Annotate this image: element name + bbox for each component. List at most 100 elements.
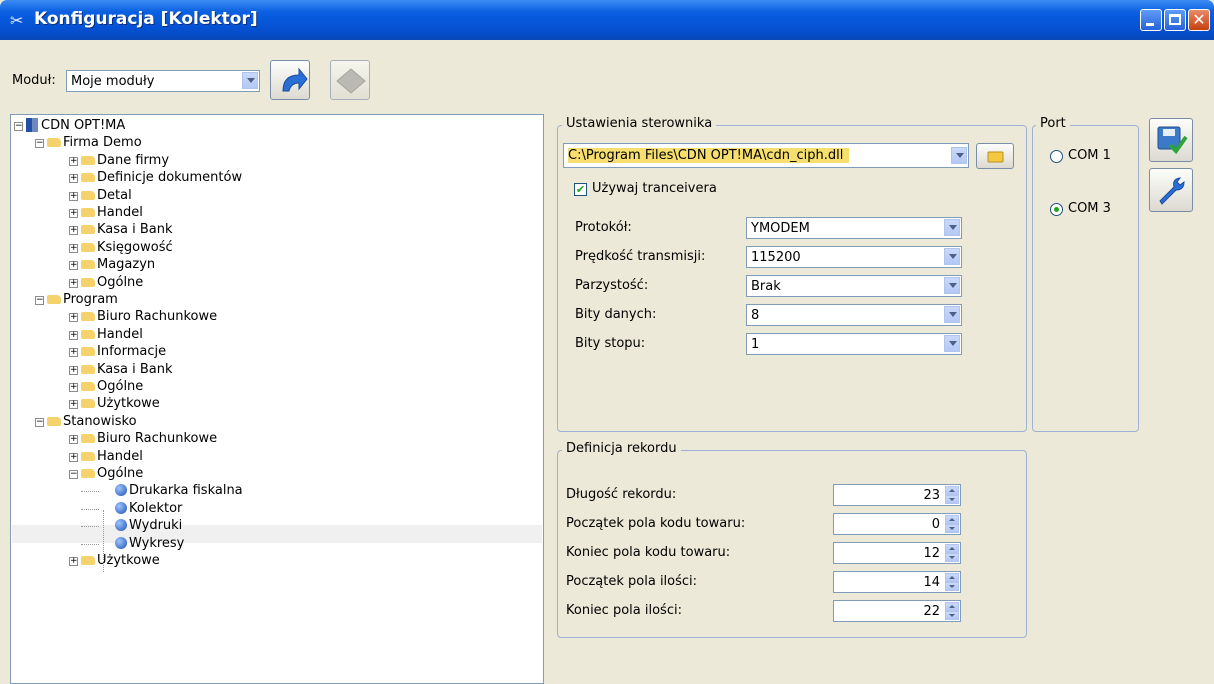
collapse-icon[interactable]: − <box>69 470 78 479</box>
record-field-spinner[interactable]: 0 <box>833 513 961 535</box>
expand-icon[interactable]: + <box>69 400 78 410</box>
spin-down-icon[interactable] <box>945 553 959 562</box>
driver-field-select[interactable]: 115200 <box>746 246 962 268</box>
folder-icon <box>47 295 61 304</box>
tree-node[interactable]: Księgowość <box>81 239 173 257</box>
tree-node-label: Biuro Rachunkowe <box>97 309 218 325</box>
expand-icon[interactable]: + <box>69 174 78 184</box>
spin-down-icon[interactable] <box>945 582 959 591</box>
tree-node-label: Użytkowe <box>97 553 160 568</box>
module-tree[interactable]: − CDN OPT!MA − Firma Demo + Dane firmy + Defini… <box>10 114 544 684</box>
spin-down-icon[interactable] <box>945 495 959 504</box>
tree-node[interactable]: Magazyn <box>81 256 155 274</box>
tree-node[interactable]: Kasa i Bank <box>81 221 173 239</box>
collapse-icon[interactable]: − <box>35 139 44 149</box>
driver-field-select[interactable]: 8 <box>746 304 962 326</box>
tree-node[interactable]: CDN OPT!MA <box>26 117 125 135</box>
expand-icon[interactable]: + <box>69 226 78 236</box>
spin-down-icon[interactable] <box>945 611 959 620</box>
tree-node[interactable]: Użytkowe <box>81 395 160 413</box>
collapse-icon[interactable]: − <box>35 417 44 427</box>
driver-field-value: YMODEM <box>751 221 810 236</box>
expand-icon[interactable]: + <box>69 348 78 358</box>
com3-radio[interactable] <box>1050 203 1063 216</box>
tree-node-label: Ogólne <box>97 274 144 290</box>
wrench-icon <box>1159 177 1185 205</box>
back-button[interactable] <box>270 60 310 100</box>
driver-path-select[interactable]: C:\Program Files\CDN OPT!MA\cdn_ciph.dll <box>563 143 969 168</box>
driver-field-select[interactable]: Brak <box>746 275 962 297</box>
record-field-spinner[interactable]: 22 <box>833 600 961 622</box>
tree-node[interactable]: Stanowisko <box>47 413 137 431</box>
record-field-spinner[interactable]: 23 <box>833 484 961 506</box>
driver-field-select[interactable]: YMODEM <box>746 217 962 239</box>
tree-leaf-item[interactable]: Wykresy <box>115 535 184 553</box>
spin-up-icon[interactable] <box>945 544 959 553</box>
expand-icon[interactable]: + <box>69 313 78 323</box>
expand-icon[interactable]: + <box>69 261 78 271</box>
record-field-spinner[interactable]: 12 <box>833 542 961 564</box>
record-field-spinner[interactable]: 14 <box>833 571 961 593</box>
close-button[interactable]: ✕ <box>1188 9 1210 31</box>
expand-icon[interactable]: + <box>69 243 78 253</box>
tree-leaf-item[interactable]: Wydruki <box>115 517 182 535</box>
tree-node[interactable]: Handel <box>81 204 143 222</box>
chevron-down-icon[interactable] <box>944 277 960 294</box>
chevron-down-icon[interactable] <box>242 72 258 89</box>
tree-node[interactable]: Informacje <box>81 343 166 361</box>
record-field-value: 14 <box>923 575 940 590</box>
spin-up-icon[interactable] <box>945 602 959 611</box>
collapse-icon[interactable]: − <box>14 122 23 131</box>
tree-node[interactable]: Firma Demo <box>47 134 142 152</box>
tree-node[interactable]: Ogólne <box>81 465 143 483</box>
expand-icon[interactable]: + <box>69 452 78 462</box>
tree-node[interactable]: Kasa i Bank <box>81 361 173 379</box>
expand-icon[interactable]: + <box>69 278 78 288</box>
folder-icon <box>47 138 61 148</box>
tree-node[interactable]: Detal <box>81 187 132 205</box>
expand-icon[interactable]: + <box>69 435 78 445</box>
save-button[interactable] <box>1149 118 1193 162</box>
tree-node[interactable]: Handel <box>81 448 143 466</box>
expand-icon[interactable]: + <box>69 557 78 566</box>
tree-node[interactable]: Ogólne <box>81 274 143 292</box>
tree-node-label: Biuro Rachunkowe <box>97 431 218 447</box>
chevron-down-icon[interactable] <box>944 219 960 236</box>
chevron-down-icon[interactable] <box>944 335 960 352</box>
expand-icon[interactable]: + <box>69 330 78 340</box>
tree-node[interactable]: Dane firmy <box>81 152 169 170</box>
chevron-down-icon[interactable] <box>951 147 967 164</box>
browse-button[interactable] <box>976 143 1014 169</box>
chevron-down-icon[interactable] <box>944 306 960 323</box>
tree-node[interactable]: Biuro Rachunkowe <box>81 308 217 326</box>
title-bar[interactable]: ✂ Konfiguracja [Kolektor] ✕ <box>0 0 1214 40</box>
driver-field-select[interactable]: 1 <box>746 333 962 355</box>
tree-node[interactable]: Użytkowe <box>81 552 160 570</box>
forward-button[interactable] <box>330 60 370 100</box>
spin-down-icon[interactable] <box>945 524 959 533</box>
collapse-icon[interactable]: − <box>35 296 44 305</box>
spin-up-icon[interactable] <box>945 515 959 524</box>
spin-up-icon[interactable] <box>945 486 959 495</box>
edit-button[interactable] <box>1149 168 1193 212</box>
tree-node-label: Kasa i Bank <box>97 361 173 377</box>
tree-leaf-item[interactable]: Kolektor <box>115 500 182 518</box>
tree-leaf-item[interactable]: Drukarka fiskalna <box>115 482 243 500</box>
use-transceiver-checkbox[interactable]: ✔ <box>574 183 587 196</box>
com1-radio[interactable] <box>1050 150 1063 163</box>
tree-node[interactable]: Handel <box>81 326 143 344</box>
modul-select[interactable]: Moje moduły <box>66 70 260 92</box>
expand-icon[interactable]: + <box>69 365 78 375</box>
expand-icon[interactable]: + <box>69 156 78 166</box>
expand-icon[interactable]: + <box>69 191 78 201</box>
expand-icon[interactable]: + <box>69 209 78 218</box>
spin-up-icon[interactable] <box>945 573 959 582</box>
expand-icon[interactable]: + <box>69 383 78 392</box>
tree-node[interactable]: Definicje dokumentów <box>81 169 242 187</box>
maximize-button[interactable] <box>1164 9 1186 31</box>
tree-node[interactable]: Program <box>47 291 118 309</box>
tree-node[interactable]: Biuro Rachunkowe <box>81 430 217 448</box>
minimize-button[interactable] <box>1140 9 1162 31</box>
chevron-down-icon[interactable] <box>944 248 960 265</box>
tree-node[interactable]: Ogólne <box>81 378 143 396</box>
